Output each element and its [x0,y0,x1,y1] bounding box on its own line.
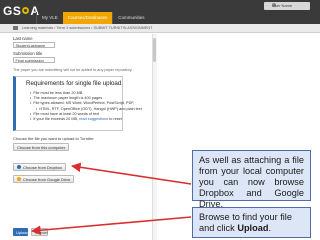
requirement-size-suffix: to reset [109,117,122,122]
tab-courses-databases[interactable]: Courses/Databases [62,12,113,24]
submission-title-label: Submission title [13,51,43,56]
logo-text-head: GS [3,4,22,18]
breadcrumb: Learning materials › Term 1 submissions … [0,24,320,33]
cancel-button[interactable]: Cancel [31,228,48,236]
top-navigation: My VLE Courses/Databases Communities [36,12,150,24]
requirements-title: Requirements for single file upload [26,80,122,87]
user-menu[interactable]: User Name [264,2,310,10]
requirement-size-text: If your file exceeds 20 MB, [33,117,79,122]
home-icon[interactable] [13,26,18,30]
breadcrumb-text[interactable]: Learning materials › Term 1 submissions … [22,26,152,30]
upload-callout: Browse to find your file and click Uploa… [192,207,311,238]
upload-prompt: Choose the file you want to upload to Tu… [13,136,95,141]
repository-note: The paper you are submitting will not be… [13,68,133,72]
upload-button[interactable]: Upload [13,228,29,236]
choose-from-dropbox-label: Choose from Dropbox [23,164,63,170]
submission-title-field[interactable]: Final submission [13,57,55,63]
dropbox-icon [17,165,21,169]
choose-from-dropbox-button[interactable]: Choose from Dropbox [13,163,67,171]
requirements-panel: Requirements for single file upload File… [13,76,142,131]
scrollbar-track[interactable] [152,34,157,240]
upload-callout-period: . [268,223,272,233]
choose-from-computer-label: Choose from this computer [17,144,66,150]
requirement-item: File types allowed: MS Word, WordPerfect… [30,101,142,106]
tab-communities[interactable]: Communities [112,12,149,24]
dropbox-callout: As well as attaching a file from your lo… [192,150,311,209]
tab-my-vle[interactable]: My VLE [36,12,63,24]
requirement-item: If your file exceeds 20 MB, read suggest… [30,117,142,122]
gsa-logo[interactable]: GS A [3,4,40,18]
choose-from-google-drive-button[interactable]: Choose from Google Drive [13,175,75,183]
read-suggestions-link[interactable]: read suggestions [79,117,108,121]
scrollbar-thumb[interactable] [153,38,156,62]
choose-from-google-drive-label: Choose from Google Drive [23,176,71,182]
last-name-label: Last name [13,36,33,41]
upload-callout-bold: Upload [237,223,269,233]
requirements-list: File must be less than 20 MB The maximum… [30,91,142,122]
logo-mark-icon [22,7,30,14]
choose-from-computer-button[interactable]: Choose from this computer [13,143,70,151]
top-header: GS A My VLE Courses/Databases Communities… [0,0,320,24]
user-label: User Name [272,3,293,8]
submission-form: Last name StudentLastname Submission tit… [0,34,150,240]
last-name-field[interactable]: StudentLastname [13,42,55,48]
google-drive-icon [17,177,21,181]
